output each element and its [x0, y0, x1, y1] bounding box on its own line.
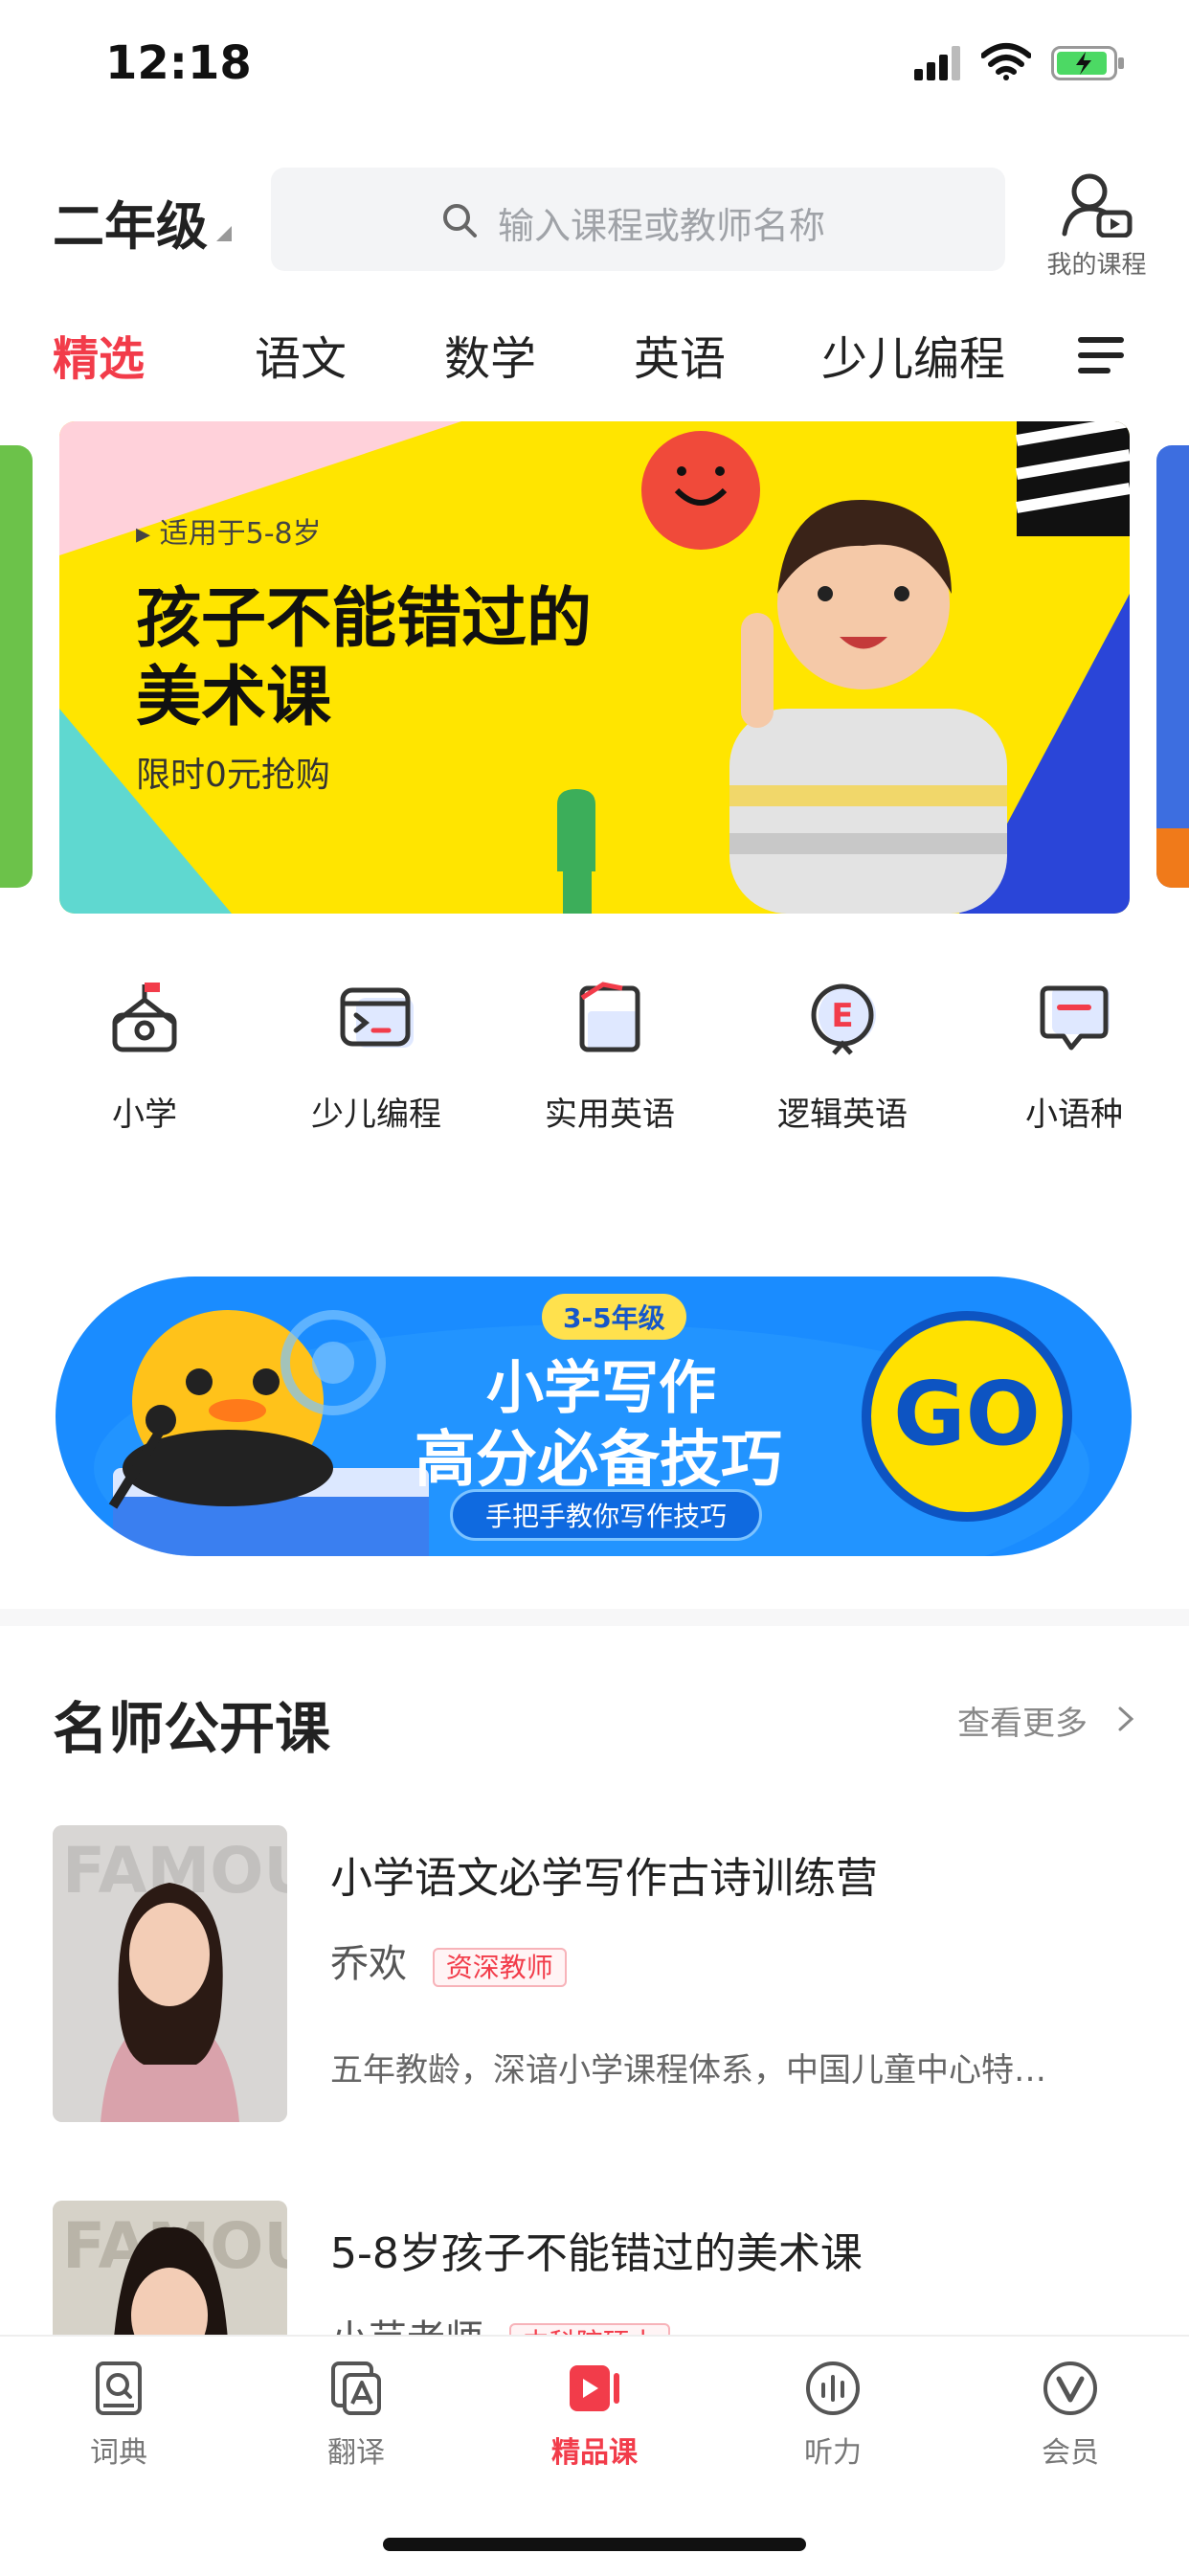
listening-icon [806, 2361, 860, 2415]
section-divider [0, 1609, 1189, 1626]
my-courses-icon[interactable] [1061, 170, 1133, 237]
banner-prev-peek[interactable] [0, 445, 33, 888]
nav-translate[interactable]: 翻译 [280, 2337, 433, 2471]
see-more-link[interactable]: 查看更多 [957, 1697, 1088, 1744]
banner-next-peek[interactable] [1156, 445, 1189, 888]
course-title[interactable]: 5-8岁孩子不能错过的美术课 [330, 2219, 863, 2280]
tab-featured[interactable]: 精选 [53, 321, 145, 388]
nav-premium-courses[interactable]: 精品课 [518, 2337, 671, 2471]
teacher-photo: FAMOUS [53, 1825, 287, 2122]
nav-label: 精品课 [551, 2436, 638, 2470]
nav-dictionary[interactable]: 词典 [42, 2337, 195, 2471]
tab-chinese[interactable]: 语文 [255, 321, 347, 388]
video-course-icon [570, 2365, 619, 2411]
banner-age-tag: ▸ 适用于5-8岁 [136, 517, 322, 551]
promo-go-button[interactable]: GO [862, 1311, 1072, 1522]
nav-label: 会员 [1042, 2436, 1099, 2470]
tab-kids-coding[interactable]: 少儿编程 [821, 321, 1005, 388]
course-title[interactable]: 小学语文必学写作古诗训练营 [330, 1843, 878, 1905]
nav-label: 听力 [804, 2436, 862, 2470]
chevron-right-icon[interactable] [1116, 1705, 1135, 1733]
tab-math[interactable]: 数学 [444, 321, 536, 388]
category-primary-school[interactable]: 小学 [58, 977, 231, 1135]
battery-charging-icon [1051, 46, 1124, 80]
book-icon [579, 982, 640, 1052]
status-time: 12:18 [105, 36, 252, 90]
teacher-name: 乔欢 [330, 1942, 407, 1986]
translate-icon [331, 2361, 381, 2415]
banner-title-line2: 美术课 [136, 660, 332, 735]
chat-bubble-icon [1040, 985, 1110, 1051]
nav-label: 翻译 [327, 2436, 385, 2470]
nav-membership[interactable]: 会员 [994, 2337, 1147, 2471]
logic-e-icon: E [811, 983, 876, 1055]
teacher-badge: 资深教师 [432, 1948, 567, 1987]
category-label: 逻辑英语 [777, 1096, 908, 1134]
grade-caret-icon[interactable] [216, 226, 232, 241]
course-teacher-row: 乔欢 资深教师 [330, 1932, 567, 1988]
category-label: 实用英语 [545, 1096, 675, 1134]
nav-label: 词典 [90, 2436, 147, 2470]
code-terminal-icon [340, 987, 414, 1048]
category-practical-english[interactable]: 实用英语 [524, 977, 696, 1135]
promo-tagline: 手把手教你写作技巧 [450, 1489, 763, 1541]
category-minor-languages[interactable]: 小语种 [988, 977, 1160, 1135]
promo-grade-badge: 3-5年级 [542, 1294, 686, 1340]
grade-selector[interactable]: 二年级 [53, 184, 208, 260]
category-kids-coding[interactable]: 少儿编程 [290, 977, 462, 1135]
nav-listening[interactable]: 听力 [756, 2337, 909, 2471]
category-label: 小学 [112, 1096, 177, 1134]
wifi-icon [981, 43, 1031, 80]
section-title: 名师公开课 [53, 1696, 331, 1761]
category-label: 少儿编程 [311, 1096, 441, 1134]
writing-promo-banner[interactable]: 3-5年级 小学写作 高分必备技巧 手把手教你写作技巧 GO [56, 1277, 1132, 1556]
school-icon [112, 983, 177, 1052]
course-description: 五年教龄，深谙小学课程体系，中国儿童中心特… [330, 2051, 1046, 2090]
home-indicator[interactable] [383, 2538, 806, 2551]
my-courses-label[interactable]: 我的课程 [1042, 245, 1152, 281]
tab-english[interactable]: 英语 [634, 321, 726, 388]
search-icon [443, 204, 477, 237]
dictionary-icon [96, 2361, 142, 2415]
banner-age-text: 适用于5-8岁 [159, 517, 322, 551]
svg-text:E: E [831, 997, 853, 1035]
category-label: 小语种 [1025, 1096, 1123, 1134]
category-logic-english[interactable]: E 逻辑英语 [756, 977, 929, 1135]
banner-subtitle: 限时0元抢购 [136, 756, 330, 795]
search-placeholder: 输入课程或教师名称 [498, 205, 826, 247]
course-thumbnail[interactable]: FAMOUS [53, 1825, 287, 2122]
signal-icon [914, 46, 960, 80]
menu-icon[interactable] [1078, 335, 1128, 375]
art-course-banner[interactable]: ▸ 适用于5-8岁 孩子不能错过的 美术课 限时0元抢购 [59, 421, 1130, 914]
promo-title-line2: 高分必备技巧 [415, 1425, 782, 1496]
vip-icon [1043, 2361, 1097, 2415]
